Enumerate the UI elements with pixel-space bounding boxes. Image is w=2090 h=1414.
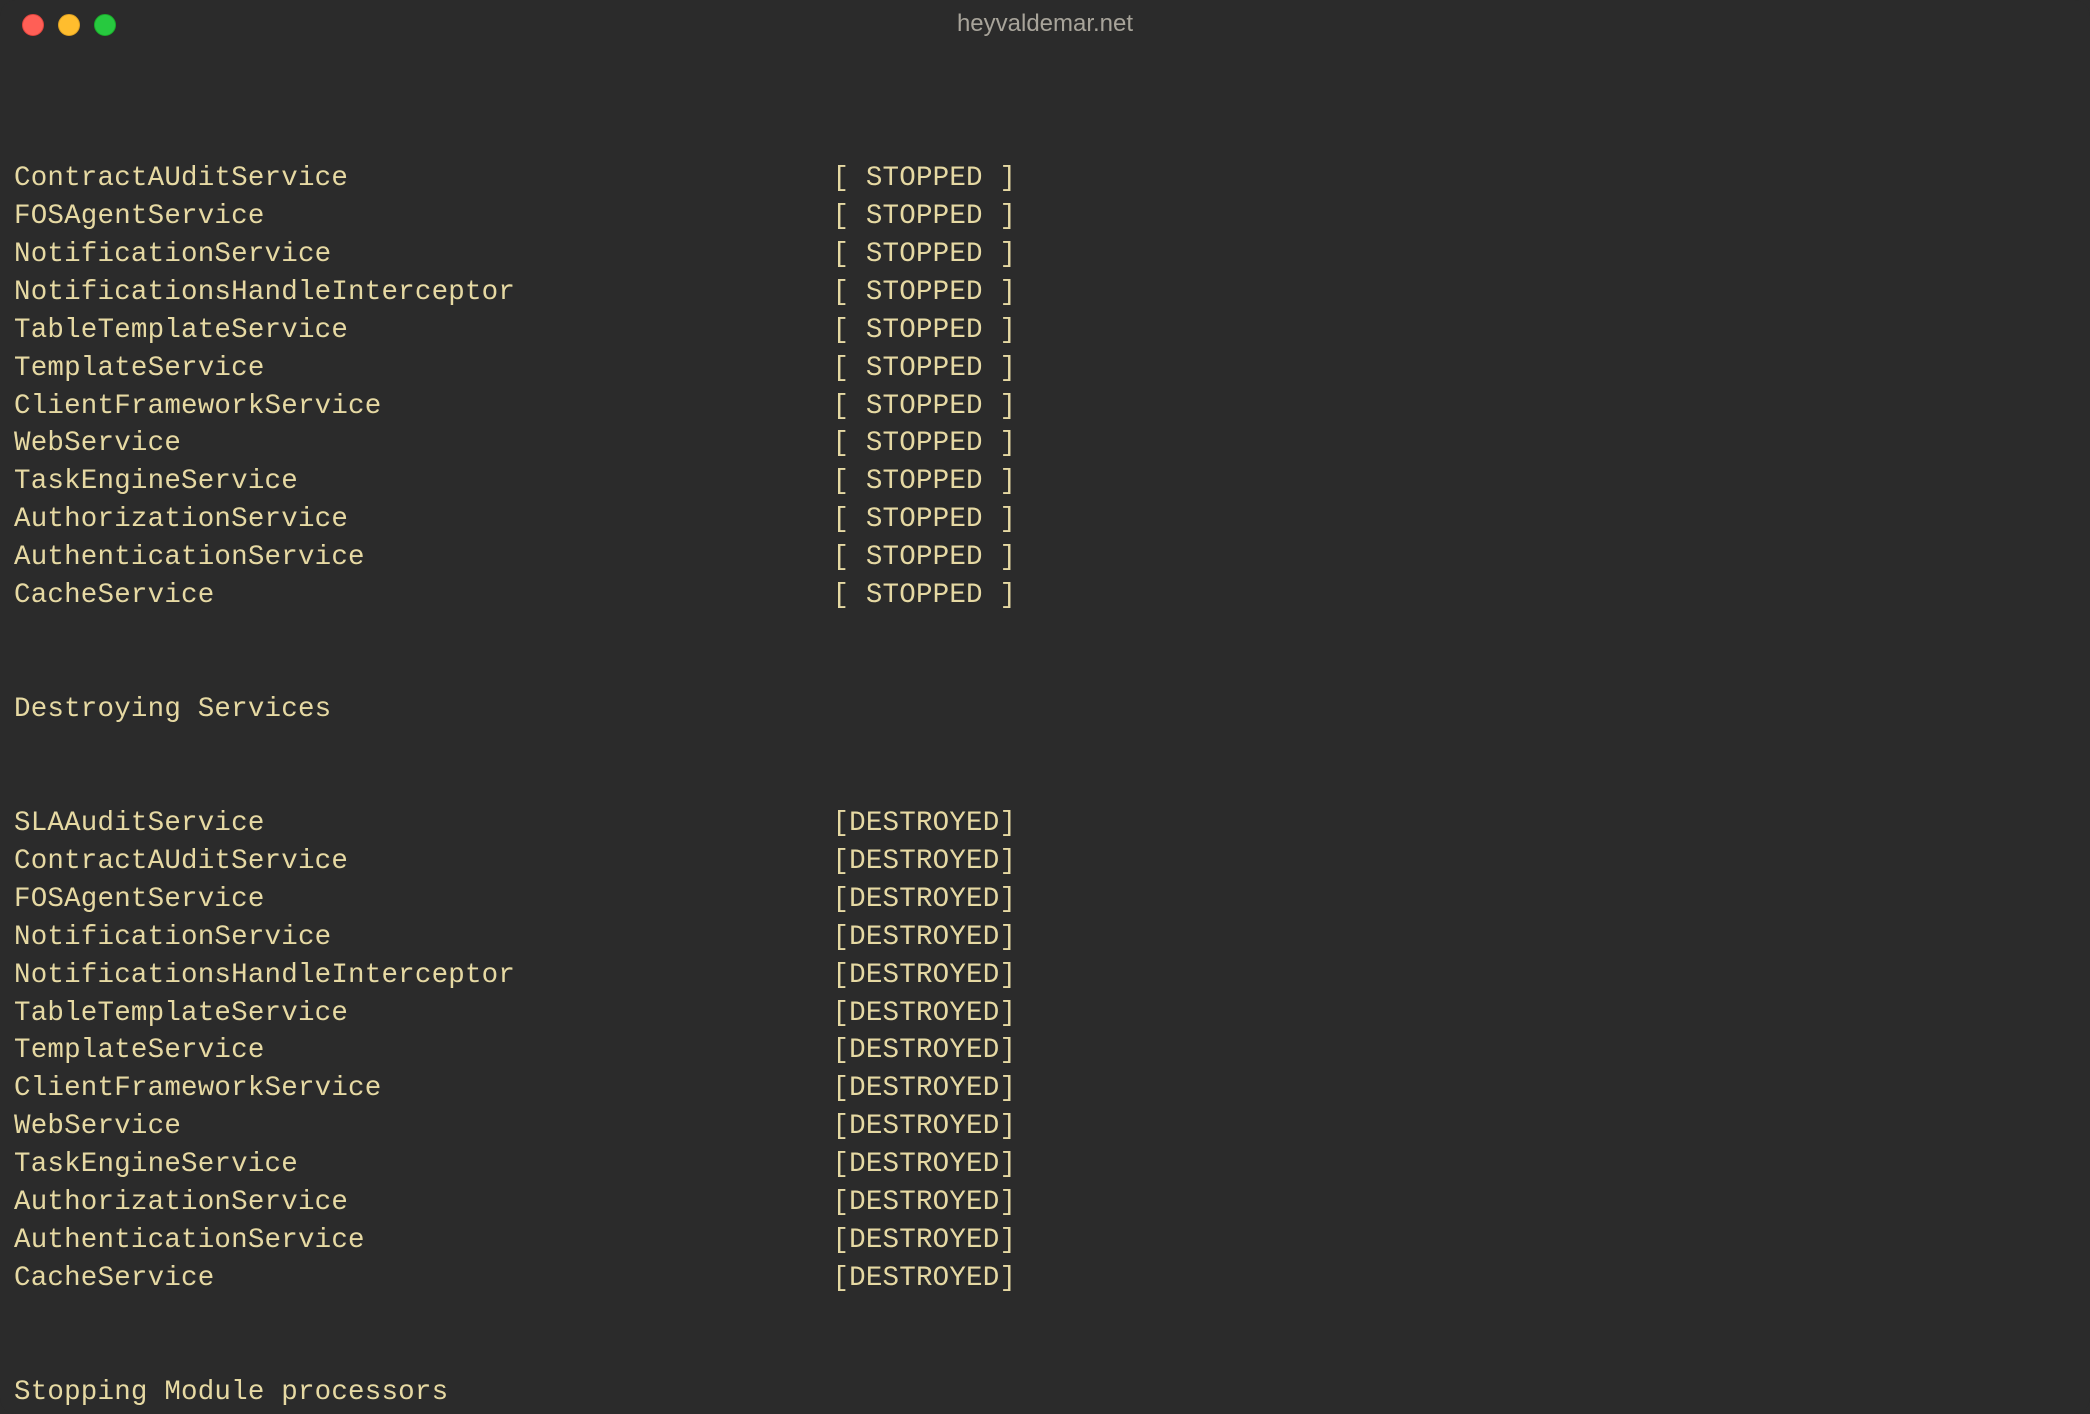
service-status: [ STOPPED ] (832, 391, 1016, 422)
service-status: [DESTROYED] (832, 1225, 1016, 1256)
service-status: [DESTROYED] (832, 884, 1016, 915)
service-name: ClientFrameworkService (14, 1073, 832, 1104)
service-line: NotificationService [DESTROYED] (14, 919, 2076, 957)
traffic-lights (22, 14, 116, 36)
service-line: TemplateService [ STOPPED ] (14, 350, 2076, 388)
service-name: AuthenticationService (14, 542, 832, 573)
service-line: TemplateService [DESTROYED] (14, 1032, 2076, 1070)
service-name: SLAAuditService (14, 808, 832, 839)
service-line: TableTemplateService [ STOPPED ] (14, 312, 2076, 350)
service-status: [ STOPPED ] (832, 277, 1016, 308)
service-name: TableTemplateService (14, 998, 832, 1029)
service-status: [DESTROYED] (832, 808, 1016, 839)
service-name: ClientFrameworkService (14, 391, 832, 422)
service-line: CacheService [ STOPPED ] (14, 577, 2076, 615)
service-status: [ STOPPED ] (832, 163, 1016, 194)
service-name: CacheService (14, 1263, 832, 1294)
service-status: [ STOPPED ] (832, 466, 1016, 497)
service-name: TemplateService (14, 1035, 832, 1066)
service-status: [DESTROYED] (832, 1187, 1016, 1218)
terminal-window: heyvaldemar.net ContractAUditService [ S… (0, 0, 2090, 1414)
service-line: SLAAuditService [DESTROYED] (14, 805, 2076, 843)
service-name: NotificationService (14, 239, 832, 270)
service-line: FOSAgentService [DESTROYED] (14, 881, 2076, 919)
service-status: [ STOPPED ] (832, 239, 1016, 270)
service-line: ClientFrameworkService [DESTROYED] (14, 1070, 2076, 1108)
zoom-icon[interactable] (94, 14, 116, 36)
service-status: [ STOPPED ] (832, 504, 1016, 535)
service-status: [DESTROYED] (832, 1035, 1016, 1066)
service-line: ContractAUditService [ STOPPED ] (14, 160, 2076, 198)
service-line: ClientFrameworkService [ STOPPED ] (14, 388, 2076, 426)
service-name: NotificationsHandleInterceptor (14, 960, 832, 991)
service-status: [DESTROYED] (832, 846, 1016, 877)
service-name: AuthorizationService (14, 504, 832, 535)
service-name: AuthenticationService (14, 1225, 832, 1256)
service-name: TableTemplateService (14, 315, 832, 346)
service-status: [ STOPPED ] (832, 428, 1016, 459)
service-status: [DESTROYED] (832, 960, 1016, 991)
service-name: TemplateService (14, 353, 832, 384)
service-status: [DESTROYED] (832, 1073, 1016, 1104)
service-line: TaskEngineService [DESTROYED] (14, 1146, 2076, 1184)
service-name: NotificationsHandleInterceptor (14, 277, 832, 308)
destroyed-services-block: SLAAuditService [DESTROYED]ContractAUdit… (14, 805, 2076, 1298)
service-line: AuthorizationService [DESTROYED] (14, 1184, 2076, 1222)
service-line: AuthenticationService [DESTROYED] (14, 1222, 2076, 1260)
service-line: WebService [DESTROYED] (14, 1108, 2076, 1146)
service-status: [ STOPPED ] (832, 315, 1016, 346)
service-name: NotificationService (14, 922, 832, 953)
minimize-icon[interactable] (58, 14, 80, 36)
service-line: NotificationService [ STOPPED ] (14, 236, 2076, 274)
stopped-services-block: ContractAUditService [ STOPPED ]FOSAgent… (14, 160, 2076, 615)
stopping-modules-header: Stopping Module processors (14, 1374, 2076, 1412)
service-status: [DESTROYED] (832, 1149, 1016, 1180)
service-status: [DESTROYED] (832, 1263, 1016, 1294)
service-line: CacheService [DESTROYED] (14, 1260, 2076, 1298)
service-name: WebService (14, 1111, 832, 1142)
terminal-body[interactable]: ContractAUditService [ STOPPED ]FOSAgent… (0, 44, 2090, 1414)
service-line: AuthenticationService [ STOPPED ] (14, 539, 2076, 577)
service-name: WebService (14, 428, 832, 459)
service-line: TaskEngineService [ STOPPED ] (14, 463, 2076, 501)
service-name: ContractAUditService (14, 163, 832, 194)
service-line: ContractAUditService [DESTROYED] (14, 843, 2076, 881)
service-status: [ STOPPED ] (832, 580, 1016, 611)
service-line: TableTemplateService [DESTROYED] (14, 995, 2076, 1033)
titlebar: heyvaldemar.net (0, 0, 2090, 44)
destroying-header: Destroying Services (14, 691, 2076, 729)
service-status: [DESTROYED] (832, 1111, 1016, 1142)
service-line: AuthorizationService [ STOPPED ] (14, 501, 2076, 539)
service-line: FOSAgentService [ STOPPED ] (14, 198, 2076, 236)
service-name: ContractAUditService (14, 846, 832, 877)
service-status: [ STOPPED ] (832, 542, 1016, 573)
service-line: WebService [ STOPPED ] (14, 425, 2076, 463)
service-name: FOSAgentService (14, 201, 832, 232)
service-status: [DESTROYED] (832, 998, 1016, 1029)
service-status: [DESTROYED] (832, 922, 1016, 953)
service-name: CacheService (14, 580, 832, 611)
service-status: [ STOPPED ] (832, 353, 1016, 384)
close-icon[interactable] (22, 14, 44, 36)
service-name: AuthorizationService (14, 1187, 832, 1218)
window-title: heyvaldemar.net (957, 6, 1133, 38)
service-name: FOSAgentService (14, 884, 832, 915)
service-line: NotificationsHandleInterceptor [DESTROYE… (14, 957, 2076, 995)
service-name: TaskEngineService (14, 466, 832, 497)
service-line: NotificationsHandleInterceptor [ STOPPED… (14, 274, 2076, 312)
service-name: TaskEngineService (14, 1149, 832, 1180)
service-status: [ STOPPED ] (832, 201, 1016, 232)
